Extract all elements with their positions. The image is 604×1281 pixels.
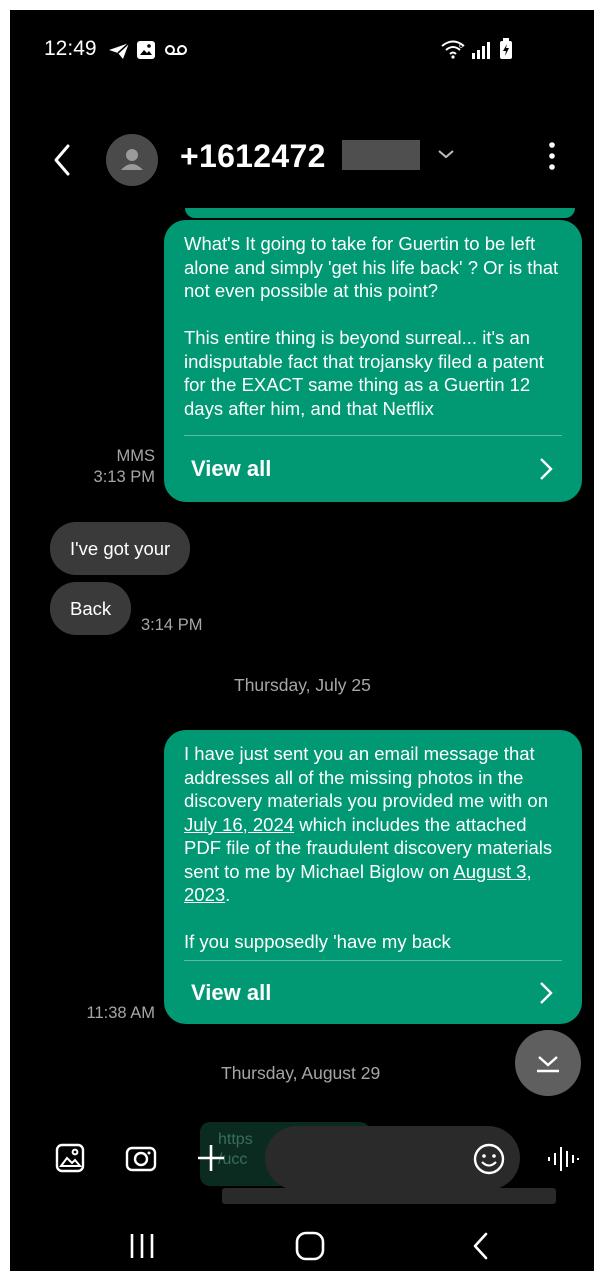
status-time: 12:49 [44,37,97,60]
date-separator: Thursday, July 25 [234,675,371,695]
back-icon[interactable] [470,1230,492,1262]
back-arrow-icon[interactable] [48,140,78,180]
message-time: 3:13 PM [93,468,155,486]
chevron-right-icon[interactable] [538,980,554,1011]
message-text: What's It going to take for Guertin to b… [184,233,559,419]
outgoing-message-bubble[interactable]: What's It going to take for Guertin to b… [164,220,582,502]
divider [184,960,562,961]
more-options-icon[interactable] [547,140,557,172]
message-time: 3:14 PM [141,616,203,634]
plus-icon[interactable] [195,1142,227,1174]
voicemail-icon [164,44,188,56]
gallery-icon[interactable] [54,1142,86,1174]
view-all-button[interactable]: View all [191,456,271,482]
date-separator: Thursday, August 29 [221,1063,381,1083]
previous-message-edge [185,208,575,218]
message-time: 11:38 AM [86,1004,156,1022]
messages-screen: 12:49 6 +1612472 What's It going to take… [10,10,594,1271]
battery-charging-icon [499,38,513,60]
gallery-icon [136,40,156,60]
telegram-icon [108,42,130,60]
date-link[interactable]: July 16, 2024 [184,814,294,835]
recent-apps-icon[interactable] [128,1232,156,1260]
svg-text:6: 6 [459,43,463,50]
signal-icon [471,40,493,60]
emoji-icon[interactable] [472,1142,506,1176]
message-text-part: . If you supposedly 'have my back [184,884,451,952]
view-all-button[interactable]: View all [191,980,271,1006]
contact-avatar-icon[interactable] [106,134,158,186]
message-meta: MMS 3:13 PM [70,446,155,488]
scroll-to-bottom-button[interactable] [515,1030,581,1096]
outgoing-message-bubble[interactable]: I have just sent you an email message th… [164,730,582,1024]
message-text: I have just sent you an email message th… [184,742,564,954]
incoming-message-bubble[interactable]: Back [50,582,132,635]
voice-recorder-icon[interactable] [546,1144,580,1174]
redacted-digits [342,140,420,170]
divider [184,435,562,436]
wifi-icon: 6 [440,39,466,59]
message-type-label: MMS [116,447,156,465]
chevron-right-icon[interactable] [538,456,554,487]
incoming-message-bubble[interactable]: I've got your [50,522,191,575]
link-preview-strip [222,1188,556,1204]
message-text-part: I have just sent you an email message th… [184,743,548,811]
contact-number[interactable]: +1612472 [180,138,326,175]
home-icon[interactable] [294,1230,326,1262]
camera-icon[interactable] [124,1142,158,1174]
chevron-down-icon[interactable] [436,148,456,160]
